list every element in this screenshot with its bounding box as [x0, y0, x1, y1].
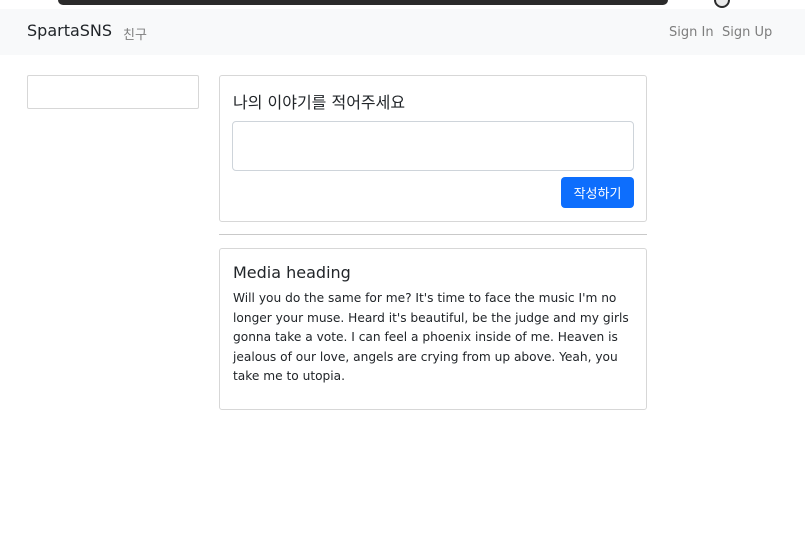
compose-title: 나의 이야기를 적어주세요 [233, 93, 406, 112]
sidebar-box [27, 75, 199, 109]
post-heading: Media heading [233, 263, 351, 282]
nav-link-friend[interactable]: 친구 [123, 24, 147, 43]
post-card: Media heading Will you do the same for m… [219, 248, 647, 410]
sign-in-link[interactable]: Sign In [669, 25, 714, 40]
address-bar-edge [58, 0, 668, 5]
compose-textarea[interactable] [232, 121, 634, 171]
profile-circle-icon [714, 0, 730, 8]
sign-up-link[interactable]: Sign Up [722, 25, 772, 40]
browser-top-strip [0, 0, 805, 9]
compose-card: 나의 이야기를 적어주세요 작성하기 [219, 75, 647, 222]
brand-link[interactable]: SpartaSNS [27, 21, 112, 40]
divider [219, 234, 647, 235]
submit-post-button[interactable]: 작성하기 [561, 177, 634, 208]
top-navbar: SpartaSNS 친구 Sign In Sign Up [0, 9, 805, 55]
post-body: Will you do the same for me? It's time t… [233, 291, 629, 383]
